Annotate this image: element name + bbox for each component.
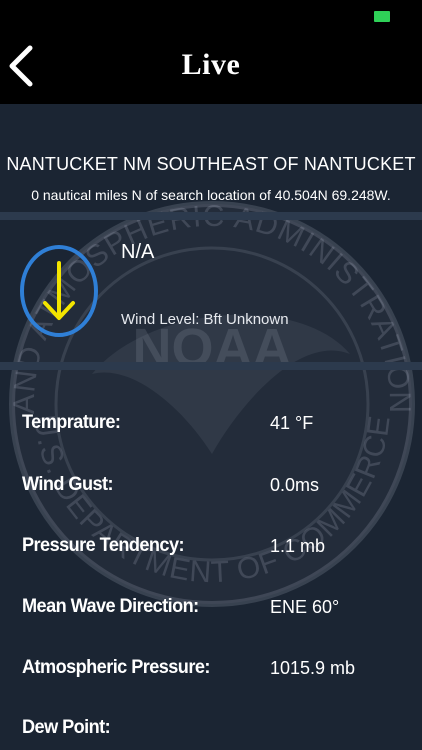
divider	[0, 212, 422, 220]
mean-wave-direction-value: ENE 60°	[270, 597, 340, 617]
wind-gust-label: Wind Gust:	[22, 473, 114, 495]
dew-point-label: Dew Point:	[22, 716, 111, 738]
mean-wave-direction-label: Mean Wave Direction:	[22, 595, 199, 617]
wind-direction: N/A	[121, 241, 155, 263]
battery-icon	[374, 11, 390, 22]
arrow-down-icon	[20, 245, 98, 337]
divider	[0, 362, 422, 370]
station-name: NANTUCKET NM SOUTHEAST OF NANTUCKET	[6, 154, 416, 174]
wind-level: Wind Level: Bft Unknown	[121, 311, 289, 328]
content[interactable]: NANTUCKET NM SOUTHEAST OF NANTUCKET 0 na…	[0, 104, 422, 750]
status-bar	[0, 0, 422, 30]
atmospheric-pressure-value: 1015.9 mb	[270, 658, 356, 678]
pressure-tendency-value: 1.1 mb	[270, 536, 326, 556]
page-title: Live	[181, 48, 241, 81]
temperature-label: Temprature:	[22, 411, 121, 433]
wind-gust-value: 0.0ms	[270, 475, 320, 495]
atmospheric-pressure-label: Atmospheric Pressure:	[22, 656, 210, 678]
station-location: 0 nautical miles N of search location of…	[31, 187, 391, 203]
wind-direction-dial	[19, 245, 99, 337]
nav-bar: Live	[0, 30, 422, 104]
pressure-tendency-label: Pressure Tendency:	[22, 534, 185, 556]
temperature-value: 41 °F	[270, 413, 314, 433]
